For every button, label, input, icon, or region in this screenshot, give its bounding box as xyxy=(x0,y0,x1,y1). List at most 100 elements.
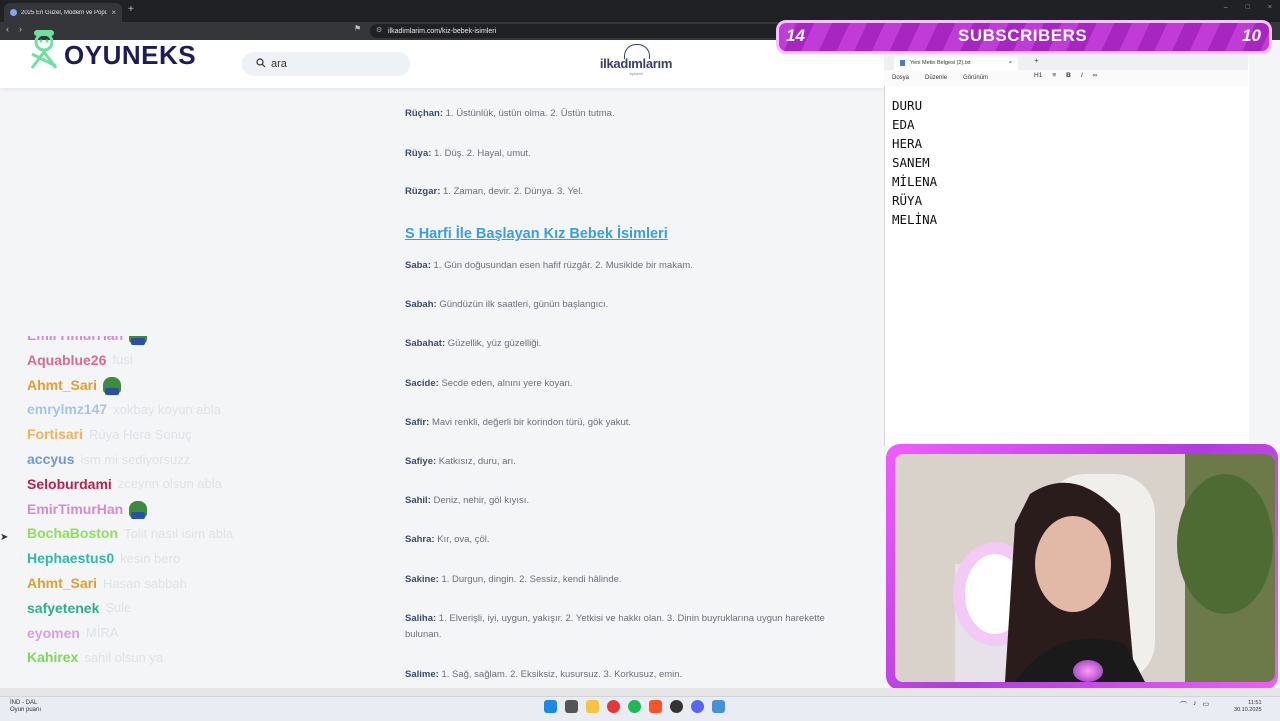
search-taskbar-icon[interactable] xyxy=(565,700,578,713)
name-entry: Rüzgar: 1. Zaman, devir. 2. Dünya. 3. Ye… xyxy=(405,184,845,200)
chat-username[interactable]: emrylmz147 xyxy=(27,401,107,417)
chat-username[interactable]: EmirTimurHan xyxy=(27,336,123,343)
webcam-badge-icon xyxy=(1073,660,1103,682)
bookmark-icon[interactable]: ⚑ xyxy=(354,24,361,33)
chat-username[interactable]: Ahmt_Sari xyxy=(27,377,97,393)
chat-text: Hasan sabbah xyxy=(103,575,187,591)
entry-meaning: 1. Zaman, devir. 2. Dünya. 3. Yel. xyxy=(443,186,583,197)
tab-close-icon[interactable]: × xyxy=(111,8,116,17)
entry-name: Sacide: xyxy=(405,378,439,389)
notepad-tab[interactable]: Yeni Metin Belgesi (2).txt × xyxy=(894,56,1018,70)
chat-username[interactable]: Hephaestus0 xyxy=(27,550,114,566)
chat-username[interactable]: accyus xyxy=(27,451,74,467)
name-entry: Sahil: Deniz, nehir, göl kıyısı. xyxy=(405,493,845,509)
chat-username[interactable]: Fortisari xyxy=(27,426,83,442)
heading-dropdown[interactable]: H1 xyxy=(1034,72,1042,79)
entry-meaning: Deniz, nehir, göl kıyısı. xyxy=(433,495,530,506)
brave-icon[interactable] xyxy=(649,700,662,713)
chat-username[interactable]: safyetenek xyxy=(27,600,99,616)
chat-username[interactable]: eyomen xyxy=(27,625,80,641)
spotify-icon[interactable] xyxy=(628,700,641,713)
url-field[interactable]: ⚙ ilkadimlarim.com/kiz-bebek-isimleri xyxy=(370,24,790,38)
chat-message: Kahirex sahil olsun ya xyxy=(27,646,163,668)
pepe-emote-icon xyxy=(129,336,148,345)
name-entry: Sacide: Secde eden, alnını yere koyan. xyxy=(405,376,845,392)
menu-file[interactable]: Dosya xyxy=(892,75,909,81)
notepad-tab-title: Yeni Metin Belgesi (2).txt xyxy=(910,60,971,66)
chrome-icon[interactable] xyxy=(607,700,620,713)
discord-icon[interactable] xyxy=(691,700,704,713)
subscriber-count-left: 14 xyxy=(786,26,805,45)
minimize-button[interactable]: – xyxy=(1224,4,1228,11)
volume-icon[interactable]: ♪ xyxy=(1193,700,1197,710)
entry-meaning: Mavi renkli, değerli bir korindon türü, … xyxy=(431,417,632,428)
name-entry: Rüya: 1. Düş. 2. Hayal, umut. xyxy=(405,146,845,162)
italic-button[interactable]: I xyxy=(1081,72,1083,79)
link-icon[interactable]: ∞ xyxy=(1093,72,1098,79)
text-line: RÜYA xyxy=(892,193,923,208)
notepad-icon[interactable] xyxy=(712,700,725,713)
notepad-format-toolbar: H1 ≡ B I ∞ xyxy=(1034,72,1097,79)
maximize-button[interactable]: □ xyxy=(1246,4,1250,11)
list-icon[interactable]: ≡ xyxy=(1052,72,1056,79)
notepad-tab-close-icon[interactable]: × xyxy=(1009,60,1012,66)
site-info-icon[interactable]: ⚙ xyxy=(376,26,382,34)
weather-widget[interactable]: İND - DAL Oyun puanı xyxy=(10,700,41,714)
new-tab-button[interactable]: + xyxy=(128,4,134,15)
chat-username[interactable]: Seloburdami xyxy=(27,476,112,492)
chat-username[interactable]: Aquablue26 xyxy=(27,352,106,368)
name-entry: Sabahat: Güzellik, yüz güzelliği. xyxy=(405,336,845,352)
name-entry: Sabah: Gündüzün ilk saatleri, günün başl… xyxy=(405,297,845,313)
entry-name: Sabahat: xyxy=(405,338,446,349)
oyuneks-logo[interactable]: OYUNEKS xyxy=(28,28,196,70)
menu-edit[interactable]: Düzenle xyxy=(925,75,947,81)
battery-icon[interactable]: ▭ xyxy=(1203,700,1210,710)
bold-button[interactable]: B xyxy=(1066,72,1071,79)
chat-message: Aquablue26 fusi xyxy=(27,349,133,371)
logo-text: OYUNEKS xyxy=(64,40,197,70)
entry-name: Safir: xyxy=(405,417,430,428)
text-line: HERA xyxy=(892,136,923,151)
entry-name: Safiye: xyxy=(405,456,437,467)
subscriber-count-right: 10 xyxy=(1242,26,1261,45)
close-window-button[interactable]: × xyxy=(1268,4,1272,11)
chat-text: sahil olsun ya xyxy=(84,649,164,665)
entry-meaning: 1. Düş. 2. Hayal, umut. xyxy=(434,148,531,159)
pepe-emote-icon xyxy=(129,500,148,519)
back-arrow-icon[interactable]: ‹ xyxy=(6,24,9,34)
url-text: ilkadimlarim.com/kiz-bebek-isimleri xyxy=(388,27,497,35)
chat-text: kesin bero xyxy=(120,550,181,566)
chat-message: Fortisari Rüya Hera Sonuç xyxy=(27,423,192,445)
chat-text: MİRA xyxy=(85,625,119,641)
horizontal-scrollbar[interactable] xyxy=(0,688,1280,696)
chat-message: EmirTimurHan xyxy=(27,498,148,520)
webcam-feed xyxy=(895,454,1275,682)
browser-tab[interactable]: 2025 En Güzel, Modern ve Popü × xyxy=(4,3,122,22)
entry-meaning: Güzellik, yüz güzelliği. xyxy=(447,338,542,349)
stream-chat: EmirTimurHanAquablue26fusiAhmt_Sariemryl… xyxy=(27,336,287,686)
text-line: SANEM xyxy=(892,155,930,170)
menu-view[interactable]: Görünüm xyxy=(963,75,988,81)
entry-meaning: Secde eden, alnını yere koyan. xyxy=(441,378,573,389)
start-icon[interactable] xyxy=(544,700,557,713)
subscriber-title: SUBSCRIBERS xyxy=(958,26,1088,45)
obs-icon[interactable] xyxy=(670,700,683,713)
site-search-bar[interactable]: ara xyxy=(242,52,410,76)
forward-arrow-icon[interactable]: › xyxy=(19,24,22,34)
chat-username[interactable]: Kahirex xyxy=(27,649,78,665)
section-heading-link[interactable]: S Harfi İle Başlayan Kız Bebek İsimleri xyxy=(405,226,668,242)
entry-meaning: Kır, ova, çöl. xyxy=(437,534,490,545)
wifi-icon[interactable]: ⌒ xyxy=(1180,700,1187,710)
notepad-new-tab-button[interactable]: + xyxy=(1034,56,1039,65)
search-input[interactable]: ara xyxy=(271,58,287,70)
chat-username[interactable]: EmirTimurHan xyxy=(27,501,123,517)
file-explorer-icon[interactable] xyxy=(586,700,599,713)
notepad-text-area[interactable]: DURU EDA HERA SANEM MİLENA RÜYA MELİNA xyxy=(892,96,937,229)
chat-text: fusi xyxy=(112,352,133,368)
entry-meaning: 1. Sağ, sağlam. 2. Eksiksiz, kusursuz. 3… xyxy=(441,669,683,680)
ilkadimlarim-logo[interactable]: ilkadımlarım Aptamil xyxy=(598,44,674,80)
chat-username[interactable]: Ahmt_Sari xyxy=(27,575,97,591)
chat-username[interactable]: BochaBoston xyxy=(27,525,118,541)
system-tray: ⌒ ♪ ▭ xyxy=(1180,700,1209,710)
taskbar-clock[interactable]: 11:51 30.10.2025 xyxy=(1234,700,1262,714)
